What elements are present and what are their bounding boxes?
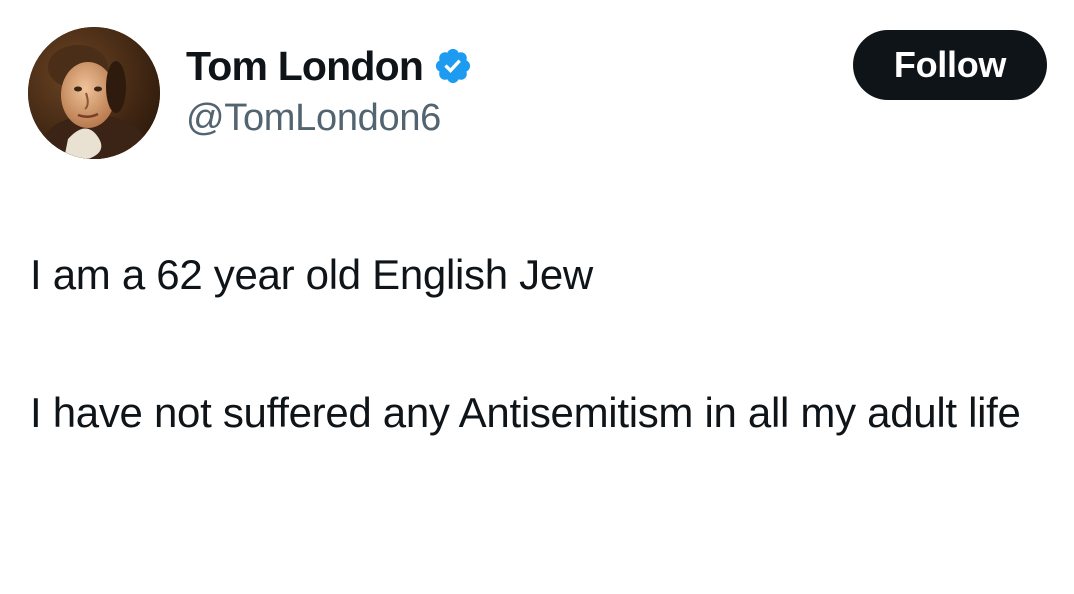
author-handle[interactable]: @TomLondon6	[186, 97, 441, 140]
tweet-paragraph-2: I have not suffered any Antisemitism in …	[30, 389, 1021, 436]
follow-button[interactable]: Follow	[853, 30, 1047, 100]
author-name-row: Tom London	[186, 40, 473, 92]
tweet-card: Tom London @TomLondon6 Follow I am a 62 …	[0, 0, 1074, 594]
tweet-text: I am a 62 year old English Jew I have no…	[30, 244, 1060, 444]
tweet-paragraph-1: I am a 62 year old English Jew	[30, 251, 593, 298]
profile-avatar[interactable]	[28, 27, 160, 159]
verified-badge-icon	[433, 46, 473, 86]
author-display-name[interactable]: Tom London	[186, 43, 424, 90]
portrait-avatar-icon	[28, 27, 160, 159]
